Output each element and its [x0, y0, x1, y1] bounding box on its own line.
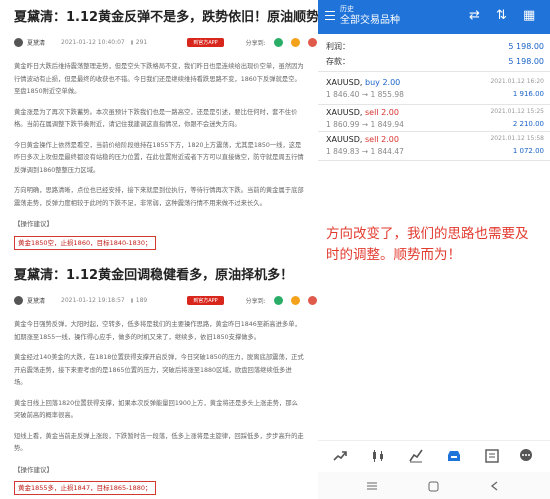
deal-row[interactable]: XAUUSD, buy 2.00 1 846.40 → 1 855.98 202… — [326, 77, 544, 107]
deal-lots: 2.00 — [381, 135, 399, 144]
deal-row[interactable]: XAUUSD, sell 2.00 1 860.99 → 1 849.94 20… — [326, 107, 544, 137]
view-count: 291 — [135, 38, 148, 46]
divider — [318, 160, 550, 161]
deal-lots: 2.00 — [381, 108, 399, 117]
article-title[interactable]: 夏黛清：1.12黄金反弹不是多，跌势依旧！原油顺势多！ — [14, 0, 345, 27]
note-line: 方向改变了，我们的思路也需要及 — [326, 226, 529, 242]
news-icon[interactable] — [484, 448, 500, 464]
article-2: 夏黛清：1.12黄金回调稳健看多，原油择机多！ 夏黛清 2021-01-12 1… — [0, 258, 334, 496]
deal-side: sell — [365, 108, 379, 117]
calendar-icon[interactable]: ▦ — [523, 9, 535, 23]
article-body: 黄金今日强势反弹，大阳时起，空转多，低多将是我们的主要操作思路，黄金昨日1846… — [14, 319, 304, 496]
deposit-row: 存款： 5 198.00 — [326, 55, 544, 68]
trade-advice: 黄金1855多，止损1847，目标1865-1880； — [14, 481, 156, 495]
swap-icon[interactable]: ⇄ — [469, 9, 480, 23]
publish-time: 2021-01-12 19:18:57 — [61, 296, 125, 304]
bottom-toolbar — [318, 440, 550, 470]
article-column: 夏黛清：1.12黄金反弹不是多，跌势依旧！原油顺势多！ 夏黛清 2021-01-… — [0, 0, 345, 499]
deal-side: sell — [365, 135, 379, 144]
menu-icon[interactable] — [325, 11, 335, 20]
open-price: 1 846.40 — [326, 90, 360, 99]
trade-icon[interactable] — [408, 448, 424, 464]
close-price: 1 844.47 — [370, 147, 404, 156]
share-label: 分享到: — [245, 297, 266, 305]
divider — [318, 71, 550, 72]
article-title[interactable]: 夏黛清：1.12黄金回调稳健看多，原油择机多！ — [14, 258, 308, 285]
deal-symbol: XAUUSD, — [326, 135, 363, 144]
history-icon[interactable] — [446, 448, 462, 464]
view-count: 189 — [135, 296, 148, 304]
deal-time: 2021.01.12 15:25 — [490, 108, 544, 115]
deposit-label: 存款： — [326, 57, 350, 66]
arrow-icon: → — [361, 147, 369, 156]
back-icon[interactable] — [490, 481, 500, 491]
paragraph: 短线上看，黄金当前走反弹上涨段，下跌暂时告一段落，低多上涨将是主旋律，回踩低多，… — [14, 432, 304, 453]
paragraph: 黄金今日强势反弹，大阳时起，空转多，低多将是我们的主要操作思路，黄金昨日1846… — [14, 321, 301, 341]
deal-profit: 2 210.00 — [512, 120, 544, 128]
deal-profit: 1 072.00 — [512, 147, 544, 155]
moments-share-icon[interactable] — [290, 37, 300, 47]
deal-profit: 1 916.00 — [512, 90, 544, 98]
home-icon[interactable] — [428, 481, 439, 492]
trade-advice: 黄金1850空，止损1860，目标1840-1830； — [14, 235, 156, 250]
publish-time: 2021-01-12 10:40:07 — [61, 38, 125, 46]
note-line: 时的调整。顺势而为！ — [326, 247, 461, 263]
close-price: 1 849.94 — [370, 120, 404, 129]
open-app-button[interactable]: 到官方APP — [187, 37, 224, 47]
weibo-share-icon[interactable] — [307, 37, 317, 47]
profit-value: 5 198.00 — [508, 42, 544, 51]
paragraph: 黄金昨日大跌后维持震荡整理走势，但是空头下跌格局不变，我们昨日也是连续给出现价空… — [14, 63, 304, 95]
history-title: 历史 — [340, 5, 354, 13]
sort-icon[interactable]: ⇅ — [496, 9, 507, 23]
profit-row: 利润： 5 198.00 — [326, 40, 544, 53]
article-1: 夏黛清：1.12黄金反弹不是多，跌势依旧！原油顺势多！ 夏黛清 2021-01-… — [0, 0, 345, 250]
article-meta: 夏黛清 2021-01-12 19:18:57 189 到官方APP 分享到: — [14, 293, 334, 307]
deposit-value: 5 198.00 — [508, 57, 544, 66]
author-name[interactable]: 夏黛清 — [27, 38, 45, 47]
deal-symbol: XAUUSD, — [326, 78, 363, 87]
ops-heading: 【操作建议】 — [14, 465, 53, 474]
wechat-share-icon[interactable] — [273, 295, 283, 305]
author-avatar — [14, 295, 23, 305]
article-body: 黄金昨日大跌后维持震荡整理走势，但是空头下跌格局不变，我们昨日也是连续给出现价空… — [14, 61, 304, 250]
quotes-icon[interactable] — [332, 448, 348, 464]
arrow-icon: → — [361, 90, 369, 99]
deal-symbol: XAUUSD, — [326, 108, 363, 117]
deal-time: 2021.01.12 16:20 — [490, 78, 544, 85]
close-price: 1 855.98 — [370, 90, 404, 99]
weibo-share-icon[interactable] — [307, 295, 317, 305]
article-meta: 夏黛清 2021-01-12 10:40:07 291 到官方APP 分享到: — [14, 35, 334, 49]
views-icon — [130, 297, 133, 303]
deal-time: 2021.01.12 15:58 — [490, 135, 544, 142]
share-label: 分享到: — [245, 39, 266, 47]
paragraph: 黄金经过140美金的大跌，在1818位置获得支撑开启反弹，今日突破1850的压力… — [14, 354, 304, 386]
divider — [318, 131, 550, 132]
ops-heading: 【操作建议】 — [14, 220, 53, 228]
paragraph: 方向明确，思路清晰，点位也已经安排，接下来就是到位执行，等待行情再次下跌。当前的… — [14, 187, 304, 207]
divider — [318, 104, 550, 105]
views-icon — [130, 39, 133, 45]
moments-share-icon[interactable] — [290, 295, 300, 305]
symbol-filter[interactable]: 全部交易品种 — [340, 14, 400, 28]
recents-icon[interactable] — [366, 481, 378, 491]
system-navbar — [318, 472, 550, 499]
app-topbar: 历史 全部交易品种 ⇄ ⇅ ▦ — [318, 0, 550, 34]
arrow-icon: → — [361, 120, 369, 129]
paragraph: 黄金日线上回落1820位置获得支撑，如果本次反弹能量回1900上方，黄金将还是多… — [14, 399, 298, 420]
paragraph: 今日黄金操作上依然是看空，当前价给阶段维持在1855下方，1820上方震荡，尤其… — [14, 141, 304, 174]
trading-app: 历史 全部交易品种 ⇄ ⇅ ▦ 利润： 5 198.00 存款： 5 198.0… — [318, 0, 550, 499]
profit-label: 利润： — [326, 42, 350, 51]
author-avatar — [14, 37, 23, 47]
chat-icon[interactable] — [518, 448, 534, 464]
deal-side: buy — [365, 78, 380, 87]
open-price: 1 860.99 — [326, 120, 360, 129]
author-name[interactable]: 夏黛清 — [27, 296, 45, 305]
commentary-note: 方向改变了，我们的思路也需要及 时的调整。顺势而为！ — [326, 224, 550, 266]
open-price: 1 849.83 — [326, 147, 360, 156]
wechat-share-icon[interactable] — [273, 37, 283, 47]
open-app-button[interactable]: 到官方APP — [187, 295, 224, 305]
paragraph: 黄金涨是为了再次下跌蓄势。本次虽预计下跌我们也是一路高空，还是是引述，要比任何时… — [14, 108, 298, 129]
chart-icon[interactable] — [370, 448, 386, 464]
deal-lots: 2.00 — [382, 78, 401, 87]
